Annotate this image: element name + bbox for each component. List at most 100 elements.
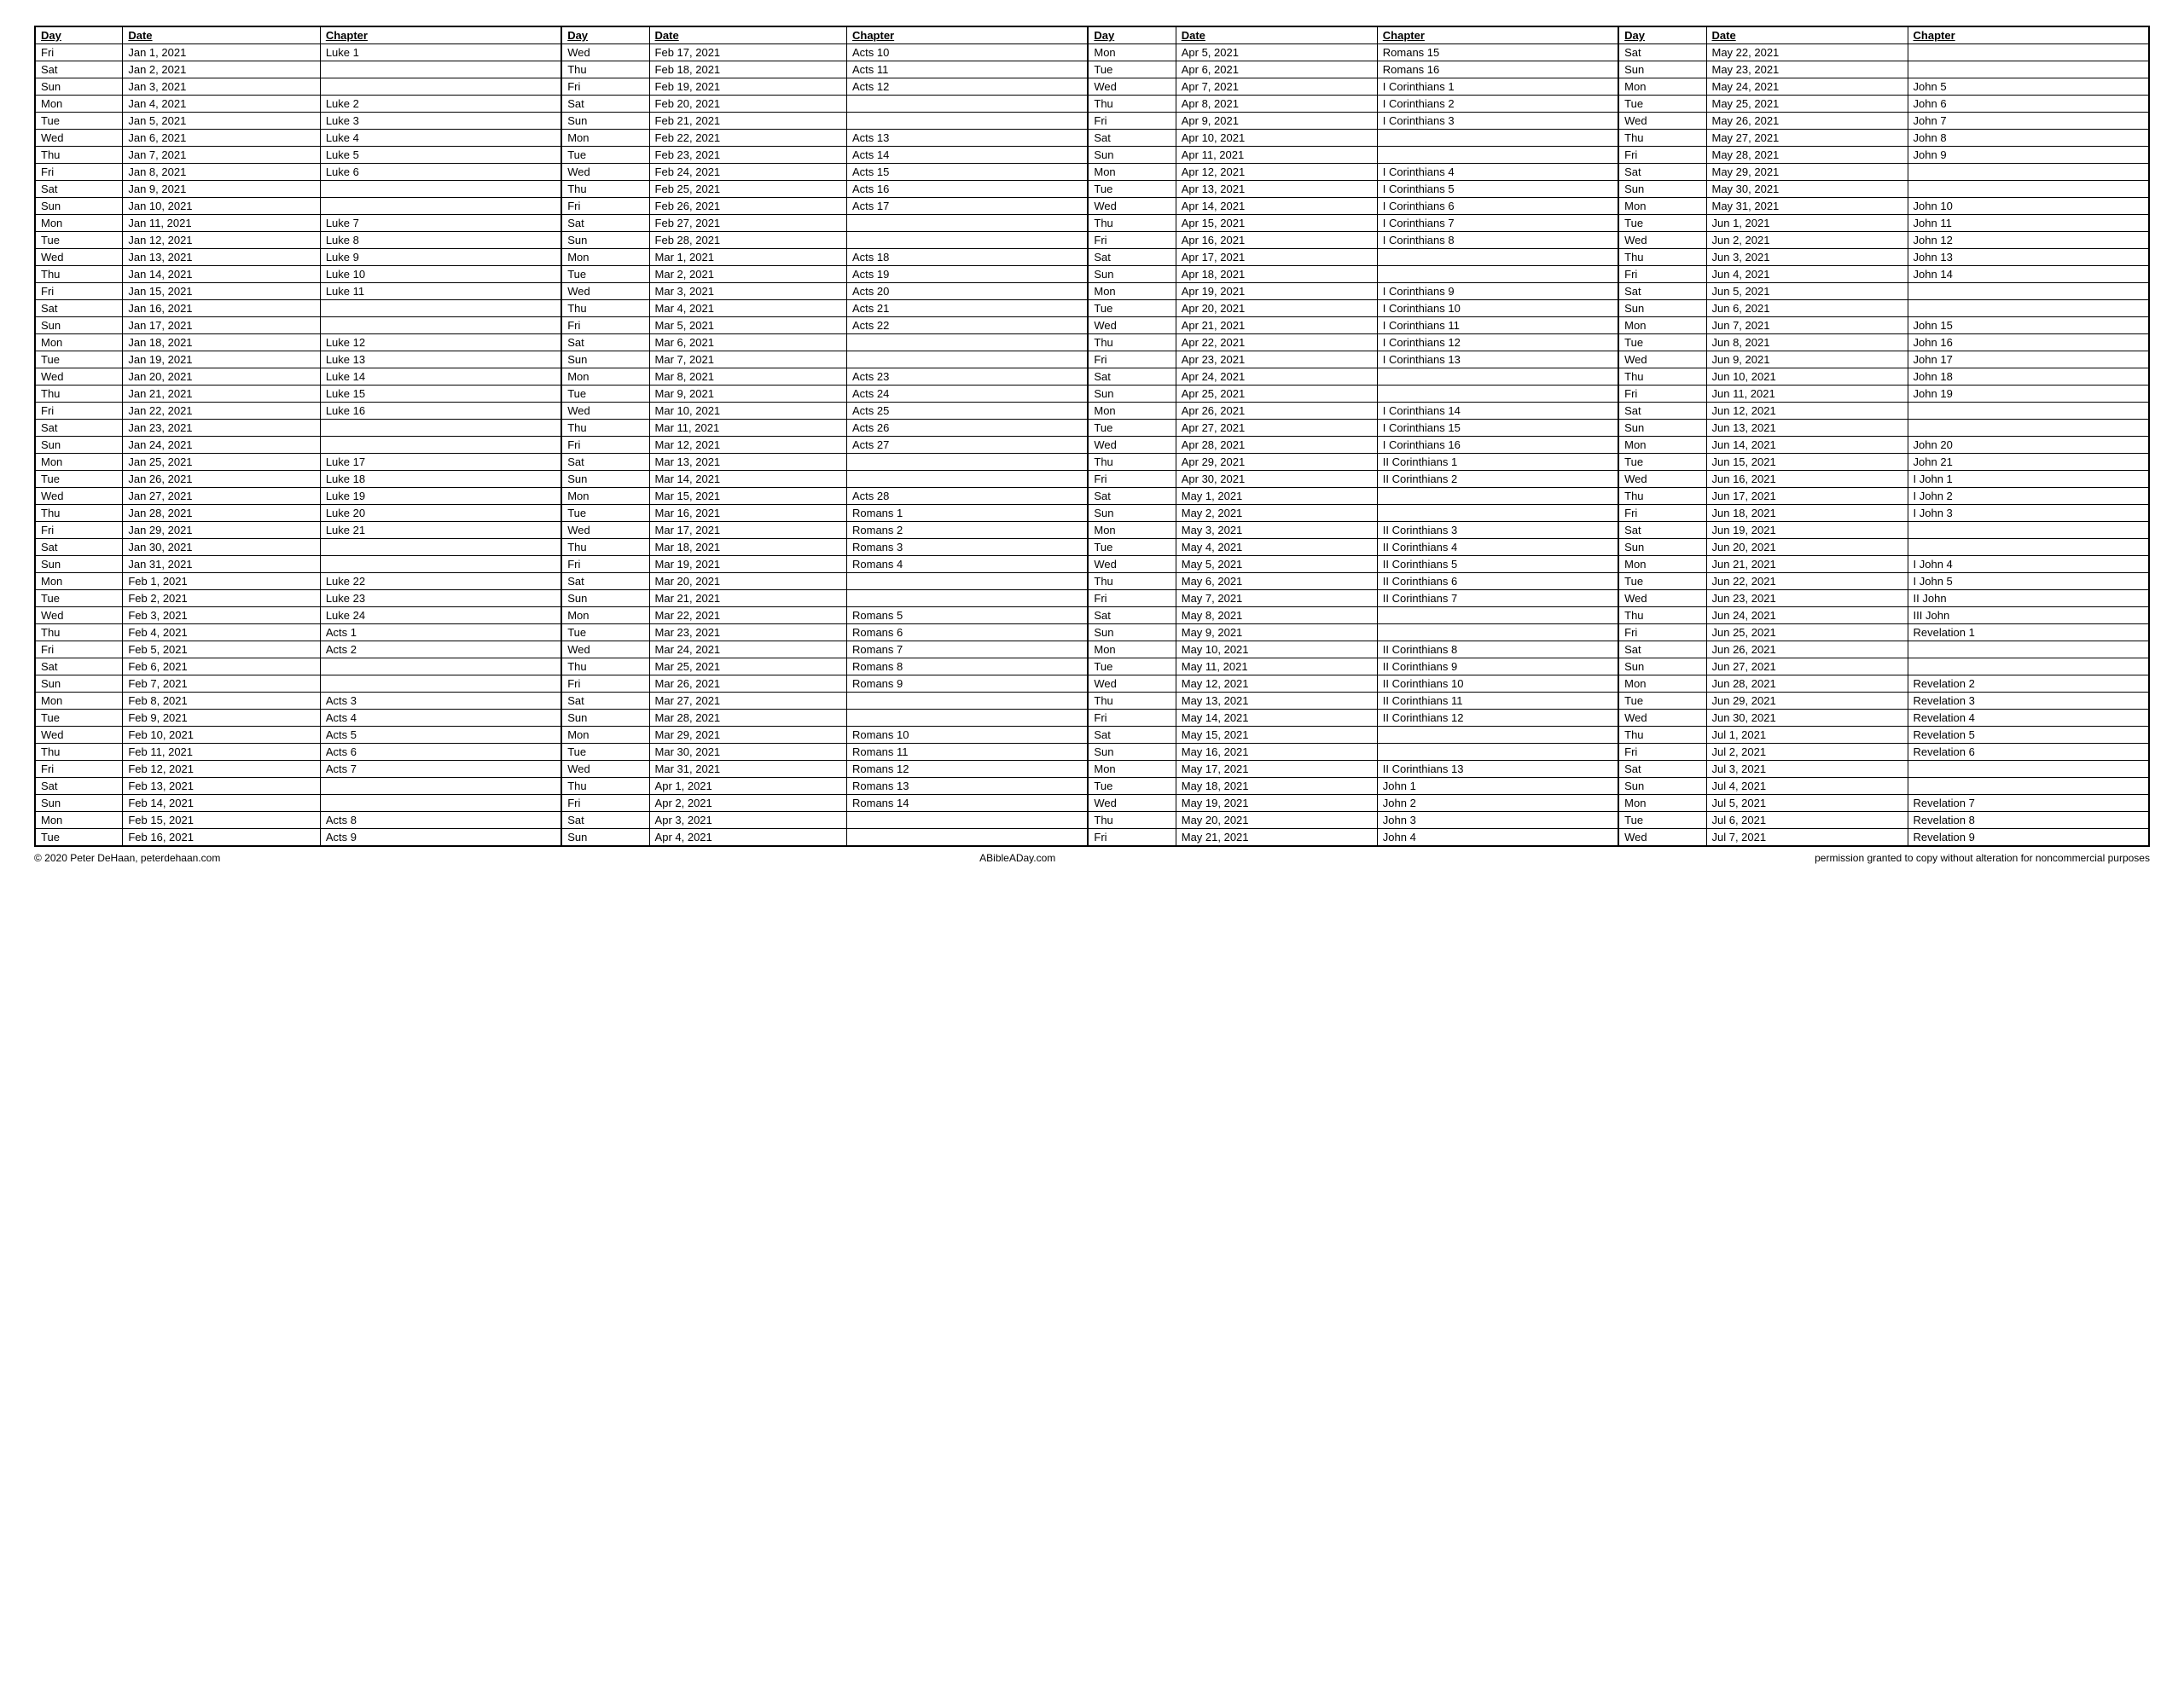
cell-chapter <box>320 675 561 693</box>
cell-date: Apr 10, 2021 <box>1176 130 1377 147</box>
cell-date: Jan 15, 2021 <box>123 283 320 300</box>
cell-date: Feb 23, 2021 <box>649 147 846 164</box>
cell-chapter: John 14 <box>1908 266 2149 283</box>
cell-date: Feb 2, 2021 <box>123 590 320 607</box>
col-header-date-3: Date <box>1176 26 1377 44</box>
cell-date: Feb 10, 2021 <box>123 727 320 744</box>
col-header-chapter-4: Chapter <box>1908 26 2149 44</box>
cell-date: Mar 20, 2021 <box>649 573 846 590</box>
cell-date: Jun 17, 2021 <box>1706 488 1908 505</box>
cell-chapter: Romans 15 <box>1377 44 1618 61</box>
cell-date: Feb 8, 2021 <box>123 693 320 710</box>
cell-chapter: Acts 27 <box>847 437 1089 454</box>
cell-day: Mon <box>1088 522 1176 539</box>
cell-date: Apr 9, 2021 <box>1176 113 1377 130</box>
table-row: FriFeb 5, 2021Acts 2WedMar 24, 2021Roman… <box>35 641 2149 658</box>
cell-chapter: Luke 4 <box>320 130 561 147</box>
cell-chapter: John 13 <box>1908 249 2149 266</box>
cell-day: Fri <box>1618 624 1706 641</box>
cell-day: Sun <box>1088 744 1176 761</box>
cell-day: Sun <box>1618 420 1706 437</box>
cell-date: Jan 11, 2021 <box>123 215 320 232</box>
cell-date: Jun 5, 2021 <box>1706 283 1908 300</box>
cell-chapter: Luke 22 <box>320 573 561 590</box>
table-row: SatJan 2, 2021ThuFeb 18, 2021Acts 11TueA… <box>35 61 2149 78</box>
cell-chapter: Acts 16 <box>847 181 1089 198</box>
cell-date: Mar 13, 2021 <box>649 454 846 471</box>
cell-chapter: II Corinthians 8 <box>1377 641 1618 658</box>
cell-day: Thu <box>561 181 649 198</box>
cell-chapter: I John 2 <box>1908 488 2149 505</box>
cell-date: Feb 11, 2021 <box>123 744 320 761</box>
cell-date: Apr 17, 2021 <box>1176 249 1377 266</box>
cell-date: Apr 22, 2021 <box>1176 334 1377 351</box>
cell-date: Feb 14, 2021 <box>123 795 320 812</box>
cell-chapter: Luke 7 <box>320 215 561 232</box>
cell-chapter <box>1908 44 2149 61</box>
cell-date: Jan 18, 2021 <box>123 334 320 351</box>
cell-chapter: I Corinthians 10 <box>1377 300 1618 317</box>
cell-date: Jan 2, 2021 <box>123 61 320 78</box>
cell-chapter: Revelation 5 <box>1908 727 2149 744</box>
cell-chapter: Acts 22 <box>847 317 1089 334</box>
cell-chapter <box>1377 744 1618 761</box>
cell-date: Mar 24, 2021 <box>649 641 846 658</box>
cell-day: Fri <box>1618 744 1706 761</box>
cell-date: Mar 26, 2021 <box>649 675 846 693</box>
cell-chapter <box>847 471 1089 488</box>
cell-date: Jan 27, 2021 <box>123 488 320 505</box>
cell-date: Jun 26, 2021 <box>1706 641 1908 658</box>
cell-chapter: I Corinthians 9 <box>1377 283 1618 300</box>
cell-chapter: II Corinthians 9 <box>1377 658 1618 675</box>
table-row: MonJan 4, 2021Luke 2SatFeb 20, 2021ThuAp… <box>35 96 2149 113</box>
cell-date: Feb 4, 2021 <box>123 624 320 641</box>
cell-day: Fri <box>1618 266 1706 283</box>
cell-day: Wed <box>1088 198 1176 215</box>
cell-date: Feb 28, 2021 <box>649 232 846 249</box>
cell-day: Sun <box>35 437 123 454</box>
cell-date: Mar 25, 2021 <box>649 658 846 675</box>
cell-chapter: I Corinthians 11 <box>1377 317 1618 334</box>
cell-day: Mon <box>1618 437 1706 454</box>
cell-date: Jan 21, 2021 <box>123 386 320 403</box>
cell-date: Jan 22, 2021 <box>123 403 320 420</box>
cell-chapter: Acts 10 <box>847 44 1089 61</box>
cell-chapter: Acts 23 <box>847 368 1089 386</box>
cell-date: Jan 19, 2021 <box>123 351 320 368</box>
cell-day: Thu <box>1618 368 1706 386</box>
cell-chapter: II John <box>1908 590 2149 607</box>
cell-chapter: Acts 11 <box>847 61 1089 78</box>
cell-chapter: John 7 <box>1908 113 2149 130</box>
cell-day: Thu <box>1088 812 1176 829</box>
col-header-day-1: Day <box>35 26 123 44</box>
cell-date: Feb 1, 2021 <box>123 573 320 590</box>
cell-date: Jun 7, 2021 <box>1706 317 1908 334</box>
table-row: SatJan 30, 2021ThuMar 18, 2021Romans 3Tu… <box>35 539 2149 556</box>
cell-date: Jan 13, 2021 <box>123 249 320 266</box>
cell-chapter: John 4 <box>1377 829 1618 847</box>
cell-day: Sun <box>561 351 649 368</box>
cell-date: May 22, 2021 <box>1706 44 1908 61</box>
cell-date: Jan 4, 2021 <box>123 96 320 113</box>
cell-date: May 17, 2021 <box>1176 761 1377 778</box>
cell-day: Mon <box>1618 317 1706 334</box>
cell-date: Mar 7, 2021 <box>649 351 846 368</box>
cell-date: Apr 12, 2021 <box>1176 164 1377 181</box>
cell-chapter: John 10 <box>1908 198 2149 215</box>
cell-date: Mar 8, 2021 <box>649 368 846 386</box>
table-row: SatJan 23, 2021ThuMar 11, 2021Acts 26Tue… <box>35 420 2149 437</box>
cell-date: Jan 31, 2021 <box>123 556 320 573</box>
cell-date: Jun 18, 2021 <box>1706 505 1908 522</box>
cell-chapter <box>320 556 561 573</box>
cell-day: Wed <box>1088 78 1176 96</box>
col-header-date-2: Date <box>649 26 846 44</box>
cell-date: May 2, 2021 <box>1176 505 1377 522</box>
cell-date: Jun 28, 2021 <box>1706 675 1908 693</box>
cell-chapter: Acts 21 <box>847 300 1089 317</box>
cell-date: May 12, 2021 <box>1176 675 1377 693</box>
cell-chapter: Luke 2 <box>320 96 561 113</box>
cell-day: Thu <box>35 266 123 283</box>
cell-chapter <box>847 232 1089 249</box>
cell-day: Wed <box>35 727 123 744</box>
cell-date: Apr 20, 2021 <box>1176 300 1377 317</box>
